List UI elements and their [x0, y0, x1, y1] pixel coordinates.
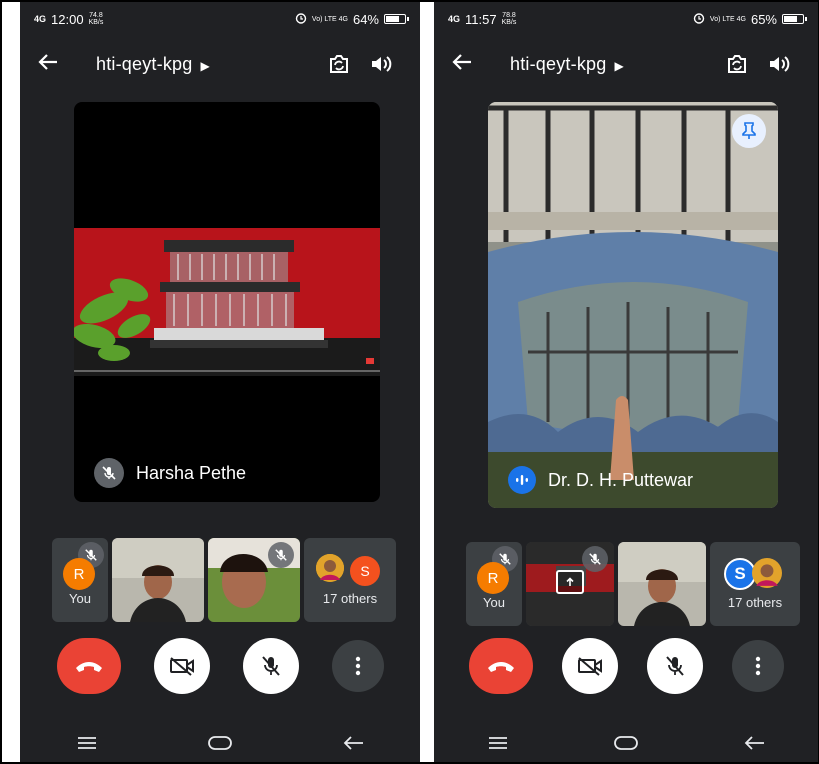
- home-icon[interactable]: [596, 735, 656, 751]
- camera-toggle-button[interactable]: [561, 638, 618, 694]
- mic-toggle-button[interactable]: [646, 638, 703, 694]
- participant-thumb-you[interactable]: R You: [466, 542, 522, 626]
- end-call-button[interactable]: [56, 638, 121, 694]
- status-bar: 4G 11:57 78.8 KB/s Vo) LTE 4G 65%: [434, 2, 818, 36]
- mic-toggle-button[interactable]: [242, 638, 299, 694]
- mic-off-icon: [94, 458, 124, 488]
- network-type: Vo) LTE 4G: [311, 15, 348, 23]
- signal-indicator: 4G: [448, 13, 461, 24]
- speaker-icon[interactable]: [360, 54, 402, 74]
- pin-button[interactable]: [732, 114, 766, 148]
- back-nav-icon[interactable]: [323, 735, 383, 751]
- android-nav-bar: [434, 724, 818, 762]
- participant-label: 17 others: [322, 591, 378, 606]
- participant-thumb-video-1[interactable]: [618, 542, 706, 626]
- battery-icon: [782, 14, 807, 24]
- battery-percent: 65%: [750, 11, 777, 27]
- main-video-tile[interactable]: Harsha Pethe: [74, 102, 380, 502]
- more-options-button[interactable]: [731, 640, 784, 692]
- main-speaker-name-tag: Dr. D. H. Puttewar: [508, 466, 693, 494]
- avatar: [752, 558, 782, 588]
- switch-camera-icon[interactable]: [716, 53, 758, 75]
- main-speaker-name: Dr. D. H. Puttewar: [548, 469, 694, 490]
- end-call-button[interactable]: [468, 638, 533, 694]
- participant-thumb-video-1[interactable]: [112, 538, 204, 622]
- avatar: S: [348, 554, 382, 588]
- camera-toggle-button[interactable]: [153, 638, 210, 694]
- caret-right-icon: ▶: [200, 58, 210, 73]
- back-nav-icon[interactable]: [724, 735, 784, 751]
- meeting-code[interactable]: hti-qeyt-kpg ▶: [78, 54, 318, 75]
- mic-off-icon: [582, 546, 608, 572]
- present-screen-icon: [556, 570, 584, 594]
- battery-icon: [384, 14, 409, 24]
- network-speed: 74.8 KB/s: [88, 12, 104, 26]
- status-bar: 4G 12:00 74.8 KB/s Vo) LTE 4G 64%: [20, 2, 420, 36]
- participant-thumb-you[interactable]: R You: [52, 538, 108, 622]
- participant-strip: R You S 17 others: [52, 538, 396, 622]
- main-speaker-name-tag: Harsha Pethe: [94, 458, 246, 488]
- call-top-bar: hti-qeyt-kpg ▶: [20, 46, 420, 82]
- meeting-code[interactable]: hti-qeyt-kpg ▶: [492, 54, 716, 75]
- participant-label: 17 others: [727, 595, 783, 610]
- signal-indicator: 4G: [34, 13, 47, 24]
- avatar: R: [477, 562, 509, 594]
- speaker-icon[interactable]: [758, 54, 800, 74]
- back-arrow-icon[interactable]: [452, 50, 492, 78]
- participant-thumb-others[interactable]: S 17 others: [304, 538, 396, 622]
- status-time: 12:00: [51, 11, 84, 27]
- call-top-bar: hti-qeyt-kpg ▶: [434, 46, 818, 82]
- camera-feed-bird-bath: [488, 102, 778, 508]
- alarm-icon: [295, 12, 307, 27]
- main-speaker-name: Harsha Pethe: [136, 462, 247, 483]
- network-speed: 78.8 KB/s: [501, 12, 517, 26]
- participant-thumb-presenting[interactable]: [526, 542, 614, 626]
- home-icon[interactable]: [190, 735, 250, 751]
- switch-camera-icon[interactable]: [318, 53, 360, 75]
- phone-screen-right: 4G 11:57 78.8 KB/s Vo) LTE 4G 65% hti-qey…: [434, 2, 818, 762]
- participant-label: You: [483, 595, 505, 610]
- status-time: 11:57: [465, 11, 497, 27]
- participant-strip: R You S 17 others: [466, 542, 800, 626]
- participant-thumb-others[interactable]: S 17 others: [710, 542, 800, 626]
- alarm-icon: [693, 12, 705, 27]
- android-nav-bar: [20, 724, 420, 762]
- avatar: [316, 554, 344, 582]
- back-arrow-icon[interactable]: [38, 50, 78, 78]
- shared-video-fountain: [74, 228, 380, 376]
- call-controls: [20, 638, 420, 694]
- menu-icon[interactable]: [468, 736, 528, 750]
- more-options-button[interactable]: [331, 640, 384, 692]
- network-type: Vo) LTE 4G: [709, 15, 746, 23]
- battery-percent: 64%: [352, 11, 379, 27]
- call-controls: [434, 638, 818, 694]
- avatar: R: [63, 558, 95, 590]
- participant-label: You: [69, 591, 91, 606]
- main-video-tile[interactable]: Dr. D. H. Puttewar: [488, 102, 778, 508]
- speaking-indicator-icon: [508, 466, 536, 494]
- phone-screen-left: 4G 12:00 74.8 KB/s Vo) LTE 4G 64% hti-qey…: [20, 2, 420, 762]
- menu-icon[interactable]: [57, 736, 117, 750]
- participant-thumb-video-2[interactable]: [208, 538, 300, 622]
- caret-right-icon: ▶: [614, 58, 624, 73]
- mic-off-icon: [268, 542, 294, 568]
